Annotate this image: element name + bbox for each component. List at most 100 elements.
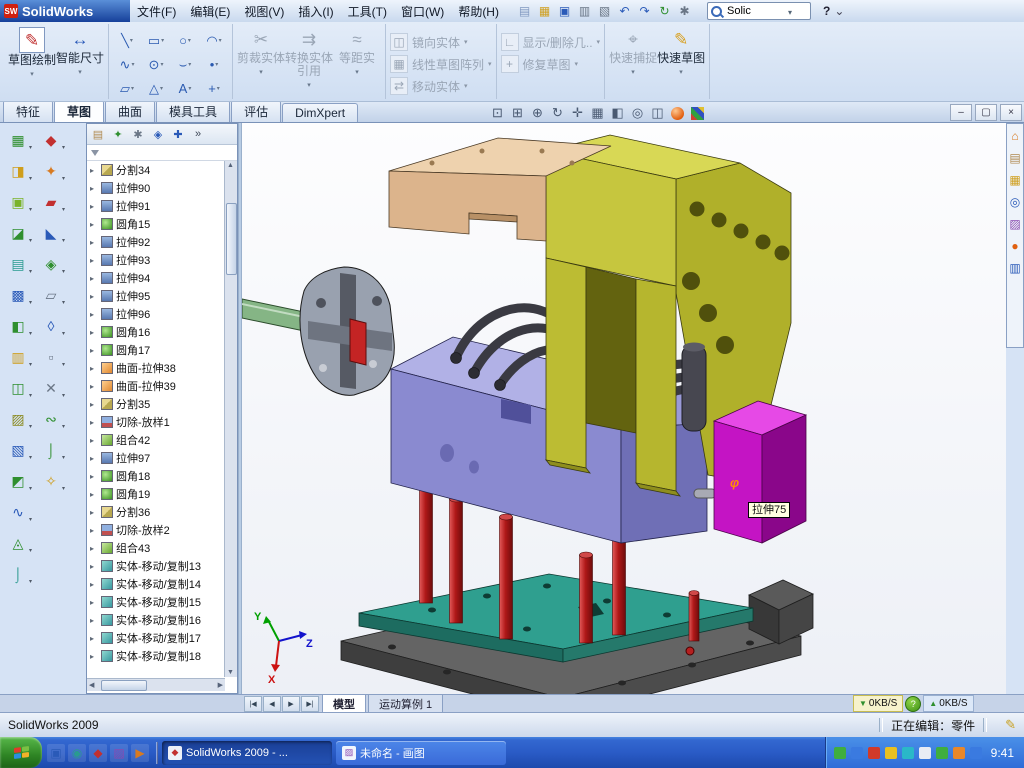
sketch-entity-button[interactable]: ◠: [200, 29, 228, 52]
tray-icon[interactable]: [970, 747, 982, 759]
task-pane-icon[interactable]: ◎: [1007, 193, 1023, 211]
display-delete-relations-button[interactable]: ∟ 显示/删除几..: [501, 33, 601, 51]
view-tool-icon[interactable]: ◎: [628, 104, 647, 122]
rapid-sketch-button[interactable]: 快速草图: [657, 24, 705, 79]
tree-item[interactable]: 实体-移动/复制14: [87, 575, 225, 593]
left-toolbar-icon[interactable]: ⌡: [5, 562, 31, 586]
expand-arrow-icon[interactable]: [90, 382, 98, 391]
tree-item[interactable]: 圆角18: [87, 467, 225, 485]
toolbar-icon[interactable]: ▦: [536, 3, 553, 20]
toolbar-icon[interactable]: ▧: [596, 3, 613, 20]
command-tab[interactable]: DimXpert: [282, 103, 358, 122]
left-toolbar-icon[interactable]: ∾: [38, 407, 64, 431]
left-toolbar-icon[interactable]: ◬: [5, 531, 31, 555]
mirror-entities-button[interactable]: ◫ 镜向实体: [390, 33, 492, 51]
minimize-icon[interactable]: –: [950, 104, 972, 121]
expand-arrow-icon[interactable]: [90, 184, 98, 193]
expand-arrow-icon[interactable]: [90, 490, 98, 499]
tree-item[interactable]: 分割34: [87, 161, 225, 179]
viewport-3d-model[interactable]: φ Y Z X: [242, 123, 1006, 694]
sketch-entity-button[interactable]: •: [200, 53, 228, 76]
task-pane-icon[interactable]: ▦: [1007, 171, 1023, 189]
tree-header-icon[interactable]: ▤: [89, 126, 107, 142]
tab-nav-button[interactable]: |◀: [244, 696, 262, 712]
tree-item[interactable]: 拉伸90: [87, 179, 225, 197]
sketch-entity-button[interactable]: ∿: [113, 53, 141, 76]
tree-header-icon[interactable]: ◈: [149, 126, 167, 142]
expand-arrow-icon[interactable]: [90, 526, 98, 535]
task-button[interactable]: ▨ 未命名 - 画图: [336, 741, 506, 765]
expand-arrow-icon[interactable]: [90, 364, 98, 373]
extrude75-block[interactable]: [714, 401, 806, 543]
sketch-entity-button[interactable]: +: [200, 77, 228, 100]
quick-launch-icon[interactable]: ▨: [110, 744, 128, 762]
menu-item[interactable]: 编辑(E): [183, 0, 237, 23]
expand-arrow-icon[interactable]: [90, 328, 98, 337]
sketch-entity-button[interactable]: ▭: [142, 29, 170, 52]
tree-horizontal-scrollbar[interactable]: [87, 678, 225, 691]
tree-item[interactable]: 曲面-拉伸39: [87, 377, 225, 395]
sketch-entity-button[interactable]: △: [142, 77, 170, 100]
tray-icon[interactable]: [885, 747, 897, 759]
toolbar-icon[interactable]: ▤: [516, 3, 533, 20]
tree-item[interactable]: 组合43: [87, 539, 225, 557]
clamp-insert[interactable]: [300, 267, 394, 395]
view-tool-icon[interactable]: ◫: [648, 104, 667, 122]
toolbar-icon[interactable]: ↻: [656, 3, 673, 20]
tree-item[interactable]: 切除-放样1: [87, 413, 225, 431]
tree-item[interactable]: 拉伸97: [87, 449, 225, 467]
left-toolbar-icon[interactable]: ◣: [38, 221, 64, 245]
menu-item[interactable]: 插入(I): [291, 0, 340, 23]
command-tab[interactable]: 特征: [3, 100, 53, 122]
quick-snaps-button[interactable]: 快速捕捉: [609, 24, 657, 79]
expand-arrow-icon[interactable]: [90, 310, 98, 319]
quick-launch-icon[interactable]: ◉: [68, 744, 86, 762]
expand-arrow-icon[interactable]: [90, 616, 98, 625]
task-pane-icon[interactable]: ⌂: [1007, 127, 1023, 145]
left-toolbar-icon[interactable]: ◧: [5, 314, 31, 338]
expand-arrow-icon[interactable]: [90, 472, 98, 481]
sketch-entity-button[interactable]: ⊙: [142, 53, 170, 76]
tray-icon[interactable]: [919, 747, 931, 759]
left-toolbar-icon[interactable]: ▤: [5, 252, 31, 276]
sketch-entity-button[interactable]: ╲: [113, 29, 141, 52]
left-toolbar-icon[interactable]: ◨: [5, 159, 31, 183]
linear-sketch-pattern-button[interactable]: ▦ 线性草图阵列: [390, 55, 492, 73]
task-button[interactable]: ◆ SolidWorks 2009 - ...: [162, 741, 332, 765]
task-pane-icon[interactable]: ▨: [1007, 215, 1023, 233]
view-tool-icon[interactable]: ⊕: [528, 104, 547, 122]
tree-header-icon[interactable]: »: [189, 126, 207, 142]
repair-sketch-button[interactable]: + 修复草图: [501, 55, 601, 73]
menu-item[interactable]: 视图(V): [237, 0, 291, 23]
restore-icon[interactable]: ▢: [975, 104, 997, 121]
view-tool-icon[interactable]: ⊡: [488, 104, 507, 122]
tab-nav-button[interactable]: ▶|: [301, 696, 319, 712]
expand-arrow-icon[interactable]: [90, 508, 98, 517]
tree-item[interactable]: 拉伸95: [87, 287, 225, 305]
left-toolbar-icon[interactable]: ◫: [5, 376, 31, 400]
tray-icon[interactable]: [868, 747, 880, 759]
menu-item[interactable]: 帮助(H): [451, 0, 506, 23]
left-toolbar-icon[interactable]: ◊: [38, 314, 64, 338]
expand-arrow-icon[interactable]: [90, 238, 98, 247]
left-toolbar-icon[interactable]: ◩: [5, 469, 31, 493]
tree-item[interactable]: 实体-移动/复制16: [87, 611, 225, 629]
left-toolbar-icon[interactable]: ∿: [5, 500, 31, 524]
left-toolbar-icon[interactable]: ▰: [38, 190, 64, 214]
toolbar-icon[interactable]: ▥: [576, 3, 593, 20]
quick-launch-icon[interactable]: ◆: [89, 744, 107, 762]
left-toolbar-icon[interactable]: ▩: [5, 283, 31, 307]
command-tab[interactable]: 评估: [231, 100, 281, 122]
scrollbar-thumb[interactable]: [101, 680, 147, 691]
monitor-badge-icon[interactable]: ?: [905, 696, 921, 712]
expand-arrow-icon[interactable]: [90, 652, 98, 661]
left-toolbar-icon[interactable]: ▦: [5, 128, 31, 152]
tree-item[interactable]: 圆角16: [87, 323, 225, 341]
tree-item[interactable]: 切除-放样2: [87, 521, 225, 539]
expand-arrow-icon[interactable]: [90, 274, 98, 283]
tray-icon[interactable]: [953, 747, 965, 759]
left-toolbar-icon[interactable]: ✦: [38, 159, 64, 183]
expand-arrow-icon[interactable]: [90, 418, 98, 427]
expand-arrow-icon[interactable]: [90, 634, 98, 643]
expand-arrow-icon[interactable]: [90, 292, 98, 301]
